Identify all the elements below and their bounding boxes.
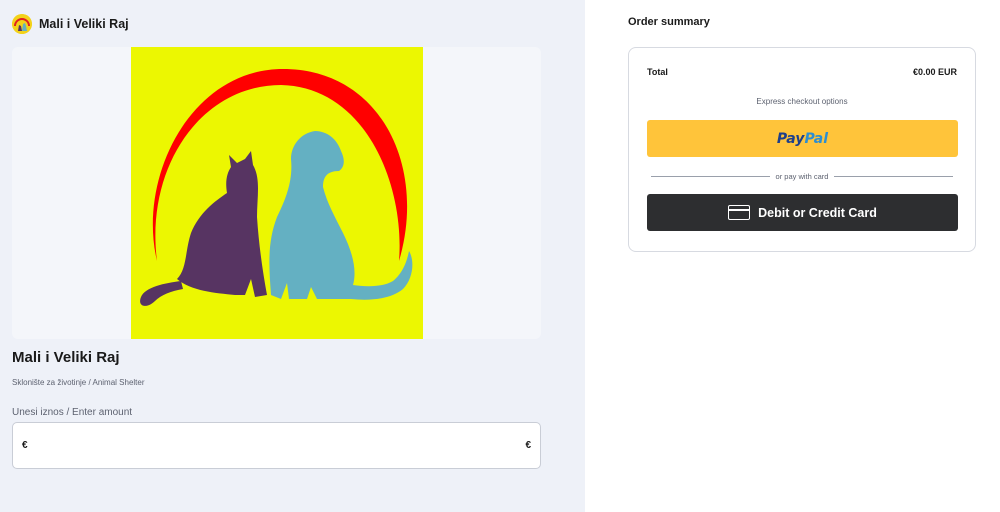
total-row: Total €0.00 EUR (647, 67, 957, 77)
brand-name: Mali i Veliki Raj (39, 17, 129, 31)
debit-credit-card-button[interactable]: Debit or Credit Card (647, 194, 958, 231)
currency-suffix: € (525, 440, 531, 451)
total-value: €0.00 EUR (912, 67, 957, 77)
total-label: Total (647, 67, 668, 77)
amount-field[interactable]: € € (12, 422, 541, 469)
paypal-logo-pal: Pal (804, 130, 829, 147)
order-summary-title: Order summary (628, 16, 710, 28)
hero-image-frame (12, 47, 541, 339)
divider-line-right (834, 176, 954, 177)
checkout-pane: Order summary Total €0.00 EUR Express ch… (585, 0, 1000, 512)
paypal-button[interactable]: Pay Pal (647, 120, 958, 157)
express-checkout-label: Express checkout options (756, 97, 848, 106)
brand-header: Mali i Veliki Raj (12, 14, 129, 34)
organization-title: Mali i Veliki Raj (12, 349, 120, 366)
amount-label: Unesi iznos / Enter amount (12, 407, 133, 418)
organization-subtitle: Sklonište za životinje / Animal Shelter (12, 378, 145, 387)
cat-dog-logo-image (131, 47, 423, 339)
pay-with-card-divider: or pay with card (651, 172, 954, 181)
currency-prefix: € (22, 440, 28, 451)
divider-label: or pay with card (775, 172, 829, 181)
card-button-label: Debit or Credit Card (758, 205, 877, 220)
credit-card-icon (728, 205, 751, 220)
divider-line-left (651, 176, 770, 177)
amount-input[interactable] (35, 439, 518, 452)
order-summary-card: Total €0.00 EUR Express checkout options… (628, 47, 976, 252)
donation-pane: Mali i Veliki Raj Mali i Veliki Raj Sklo… (0, 0, 585, 512)
shelter-logo-icon (12, 14, 32, 34)
paypal-logo-pay: Pay (776, 130, 805, 147)
